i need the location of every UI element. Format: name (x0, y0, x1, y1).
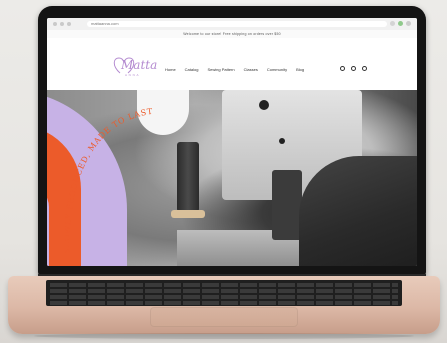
nav-community[interactable]: Community (267, 67, 287, 72)
cart-icon[interactable] (362, 66, 367, 71)
nav-blog[interactable]: Blog (296, 67, 304, 72)
hero-banner: SLOWLY PRODUCED, MADE TO LAST (47, 90, 417, 266)
key-row (50, 295, 398, 299)
machine-dial (259, 100, 269, 110)
close-dot[interactable] (53, 22, 57, 26)
profile-icon[interactable] (398, 21, 403, 26)
nav-home[interactable]: Home (165, 67, 176, 72)
trackpad[interactable] (150, 307, 298, 327)
hand-silhouette (299, 156, 417, 266)
machine-screw (279, 138, 285, 144)
extension-icon[interactable] (390, 21, 395, 26)
laptop-photo: mattaanna.com Welcome to our store! Free… (0, 0, 447, 343)
key-row (50, 289, 398, 293)
logo-subtitle: A N N A (125, 73, 140, 77)
announcement-bar: Welcome to our store! Free shipping on o… (47, 30, 417, 38)
laptop-screen: mattaanna.com Welcome to our store! Free… (47, 18, 417, 266)
nav-sewing-pattern[interactable]: Sewing Pattern (207, 67, 234, 72)
browser-extensions (390, 21, 411, 26)
site-header: Matta A N N A Home Catalog Sewing Patter… (47, 38, 417, 90)
account-icon[interactable] (351, 66, 356, 71)
key-row (50, 283, 398, 287)
table-shadow (34, 333, 414, 339)
address-bar[interactable]: mattaanna.com (87, 21, 387, 27)
logo-text[interactable]: Matta (121, 58, 157, 72)
minimize-dot[interactable] (60, 22, 64, 26)
needle-arm (272, 170, 302, 240)
search-icon[interactable] (340, 66, 345, 71)
main-nav: Home Catalog Sewing Pattern Classes Comm… (165, 67, 304, 72)
thread-spool (177, 142, 199, 212)
window-controls (53, 22, 71, 26)
maximize-dot[interactable] (67, 22, 71, 26)
menu-icon[interactable] (406, 21, 411, 26)
header-icons (340, 66, 367, 71)
key-row (50, 301, 398, 305)
nav-catalog[interactable]: Catalog (185, 67, 199, 72)
nav-classes[interactable]: Classes (244, 67, 258, 72)
spool-base (171, 210, 205, 218)
